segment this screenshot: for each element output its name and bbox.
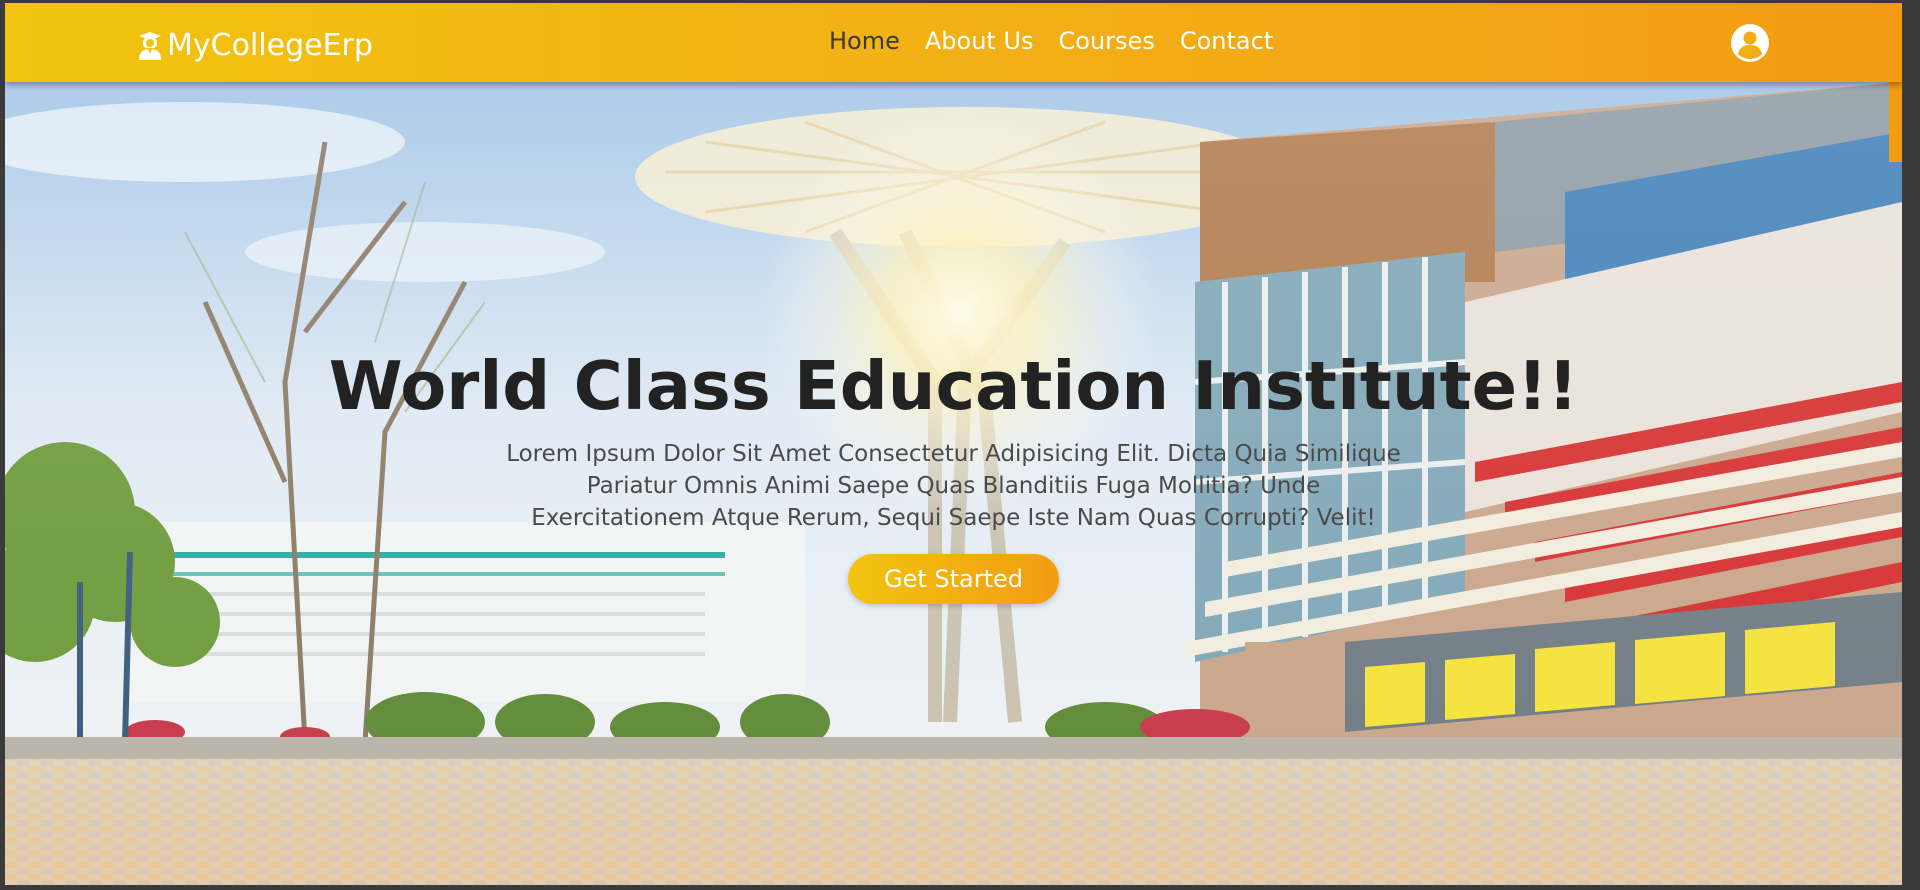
browser-viewport: MyCollegeErp Home About Us Courses Conta…	[5, 3, 1902, 885]
nav-contact[interactable]: Contact	[1180, 27, 1273, 55]
navbar: MyCollegeErp Home About Us Courses Conta…	[5, 3, 1902, 82]
hero-description-line: Exercitationem Atque Rerum, Sequi Saepe …	[531, 505, 1376, 531]
brand-name: MyCollegeErp	[167, 27, 373, 63]
hero-section: World Class Education Institute!! Lorem …	[5, 82, 1902, 885]
hero-description-line: Lorem Ipsum Dolor Sit Amet Consectetur A…	[506, 441, 1401, 467]
user-account-button[interactable]	[1730, 23, 1770, 63]
scrollbar-thumb[interactable]	[1889, 82, 1902, 162]
hero-description: Lorem Ipsum Dolor Sit Amet Consectetur A…	[504, 438, 1404, 534]
hero-content: World Class Education Institute!! Lorem …	[5, 346, 1902, 604]
main-nav: Home About Us Courses Contact	[829, 27, 1273, 55]
student-graduate-icon	[139, 32, 161, 60]
get-started-button[interactable]: Get Started	[847, 554, 1060, 604]
hero-title: World Class Education Institute!!	[328, 347, 1579, 425]
brand-logo[interactable]: MyCollegeErp	[135, 25, 373, 65]
user-circle-icon	[1731, 24, 1769, 62]
nav-home[interactable]: Home	[829, 27, 900, 55]
nav-courses[interactable]: Courses	[1059, 27, 1155, 55]
nav-about-us[interactable]: About Us	[925, 27, 1034, 55]
hero-description-line: Pariatur Omnis Animi Saepe Quas Blanditi…	[586, 473, 1321, 499]
